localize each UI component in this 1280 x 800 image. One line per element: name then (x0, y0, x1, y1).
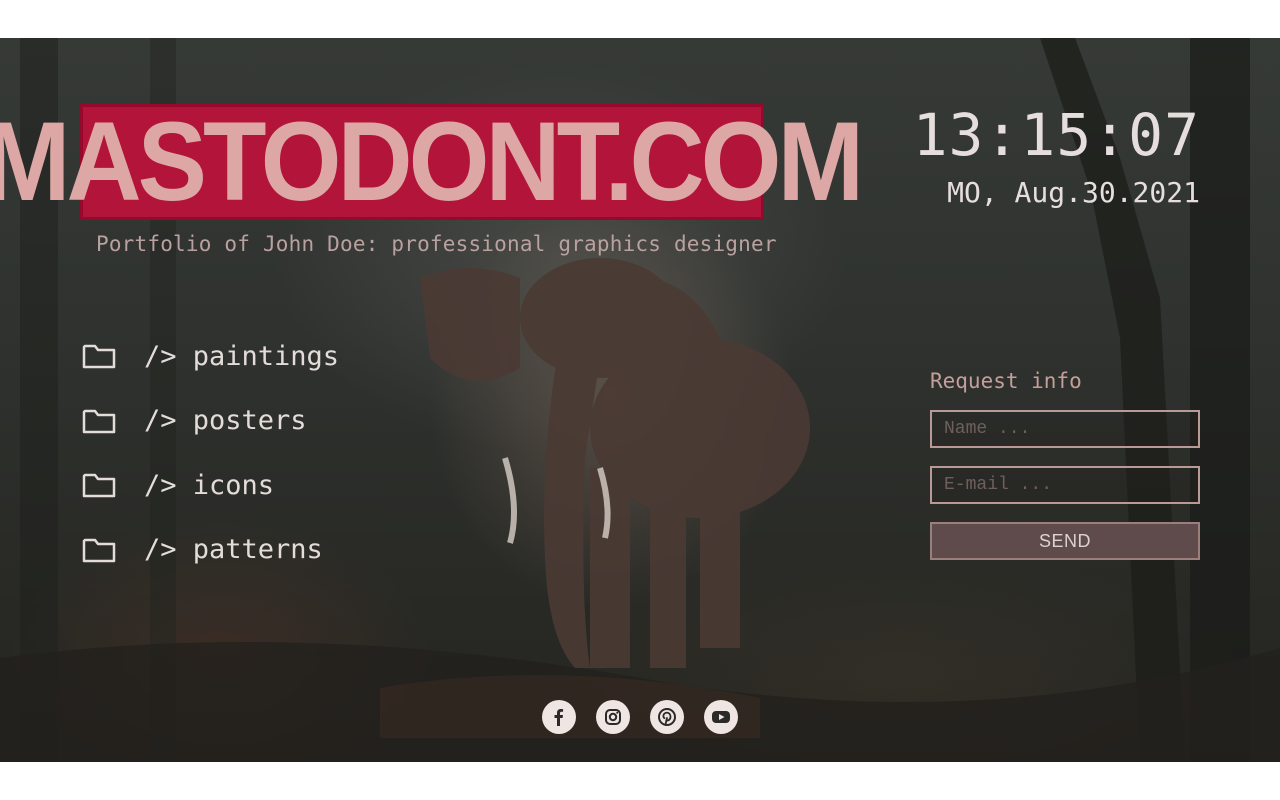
pinterest-icon[interactable] (650, 700, 684, 734)
folder-icon (82, 345, 116, 369)
clock-time: 13:15:07 (912, 101, 1200, 169)
nav-label: /> icons (144, 469, 275, 501)
nav-item-patterns[interactable]: /> patterns (82, 518, 339, 583)
nav-item-paintings[interactable]: /> paintings (82, 324, 339, 389)
form-title: Request info (930, 369, 1082, 393)
social-links (542, 700, 738, 734)
nav-label: /> patterns (144, 534, 323, 566)
nav-item-icons[interactable]: /> icons (82, 453, 339, 518)
facebook-icon[interactable] (542, 700, 576, 734)
brand-title: MASTODONT.COM (0, 99, 864, 225)
folder-icon (82, 538, 116, 562)
name-field[interactable] (930, 410, 1200, 448)
folder-icon (82, 474, 116, 498)
background-scene: MASTODONT.COM Portfolio of John Doe: pro… (0, 38, 1280, 762)
nav-label: /> paintings (144, 340, 340, 372)
email-field[interactable] (930, 466, 1200, 504)
nav-label: /> posters (144, 405, 307, 437)
folder-icon (82, 409, 116, 433)
youtube-icon[interactable] (704, 700, 738, 734)
folder-nav: /> paintings /> posters /> icons /> patt… (82, 324, 339, 582)
request-info-form: Request info SEND (930, 368, 1200, 560)
brand-subtitle: Portfolio of John Doe: professional grap… (96, 232, 777, 256)
instagram-icon[interactable] (596, 700, 630, 734)
nav-item-posters[interactable]: /> posters (82, 389, 339, 454)
clock-date: MO, Aug.30.2021 (947, 176, 1200, 209)
brand-logo-banner[interactable]: MASTODONT.COM (0, 104, 864, 220)
send-button[interactable]: SEND (930, 522, 1200, 560)
